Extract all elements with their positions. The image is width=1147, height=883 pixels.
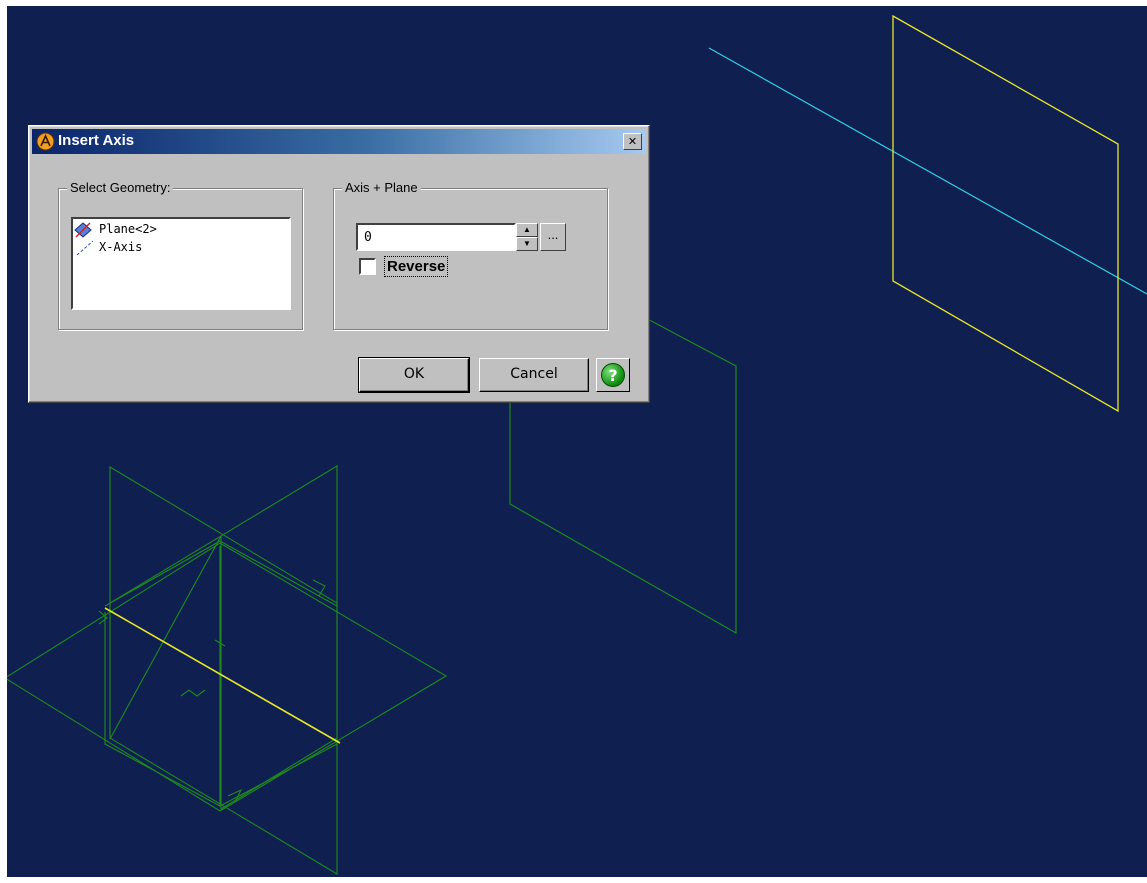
close-button[interactable]: ✕ [623, 133, 642, 150]
plane-icon [74, 222, 92, 238]
list-item-plane[interactable]: Plane<2> [73, 221, 273, 239]
axis-plane-legend: Axis + Plane [342, 180, 421, 195]
reverse-checkbox[interactable] [359, 258, 376, 275]
axis-plane-group: Axis + Plane ▲ ▼ ... Reverse [333, 180, 608, 330]
angle-input[interactable] [356, 223, 516, 251]
list-item-x-axis[interactable]: X-Axis [73, 239, 273, 257]
help-button[interactable]: ? [596, 358, 630, 392]
geometry-listbox[interactable]: Plane<2> X-Axis [71, 217, 291, 310]
select-geometry-legend: Select Geometry: [67, 180, 174, 195]
cancel-button[interactable]: Cancel [479, 358, 589, 392]
ok-button[interactable]: OK [358, 357, 470, 393]
selected-edge [104, 607, 341, 744]
help-icon: ? [601, 363, 625, 387]
spin-down-button[interactable]: ▼ [516, 237, 538, 251]
list-item-label: X-Axis [99, 240, 143, 254]
axis-line [708, 47, 1147, 295]
axis-icon [76, 240, 94, 256]
browse-button[interactable]: ... [540, 223, 566, 251]
selected-plane-outline [892, 14, 1119, 413]
origin-planes [7, 465, 448, 875]
spin-up-icon: ▲ [523, 225, 531, 234]
spin-up-button[interactable]: ▲ [516, 223, 538, 237]
list-item-label: Plane<2> [99, 222, 157, 236]
app-logo-icon [36, 132, 55, 151]
select-geometry-group: Select Geometry: Plane<2> X-Axis [58, 180, 303, 330]
insert-axis-dialog: Insert Axis ✕ Select Geometry: Plane<2> … [28, 125, 650, 403]
close-icon: ✕ [627, 135, 638, 148]
angle-spinner: ▲ ▼ [516, 223, 538, 251]
dialog-title: Insert Axis [58, 132, 135, 149]
dialog-titlebar[interactable]: Insert Axis ✕ [32, 129, 646, 154]
reverse-label[interactable]: Reverse [384, 256, 449, 277]
spin-down-icon: ▼ [523, 239, 531, 248]
